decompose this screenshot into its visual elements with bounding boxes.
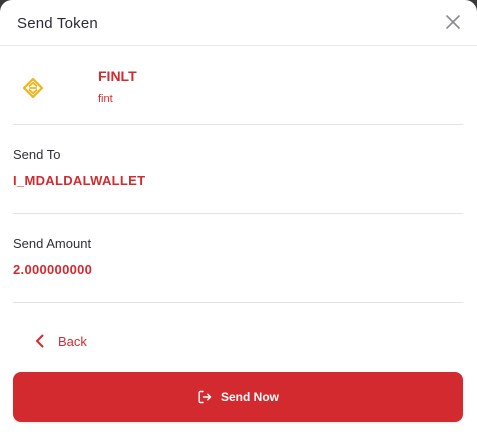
back-button[interactable]: Back [34,330,87,352]
send-now-button[interactable]: Send Now [13,372,463,422]
token-name: FINLT [98,68,137,84]
send-to-value: I_MDALDALWALLET [13,173,146,188]
send-amount-field: Send Amount 2.000000000 [13,214,463,303]
send-amount-label: Send Amount [13,236,92,251]
close-button[interactable] [441,10,465,34]
dialog-header: Send Token [0,0,477,46]
chevron-left-icon [36,334,44,348]
dialog-title: Send Token [17,15,98,32]
token-logo-icon [22,77,44,99]
back-label: Back [58,333,87,349]
close-icon [446,15,460,29]
send-now-label: Send Now [220,390,279,404]
send-to-field: Send To I_MDALDALWALLET [13,125,463,214]
logout-arrow-icon [198,390,212,404]
send-token-dialog: Send Token FINLT fint Send To I_MDALDALW… [0,0,477,437]
token-symbol: fint [98,93,113,105]
token-info: FINLT fint [13,46,463,125]
send-to-label: Send To [13,147,61,162]
send-amount-value: 2.000000000 [13,262,93,277]
